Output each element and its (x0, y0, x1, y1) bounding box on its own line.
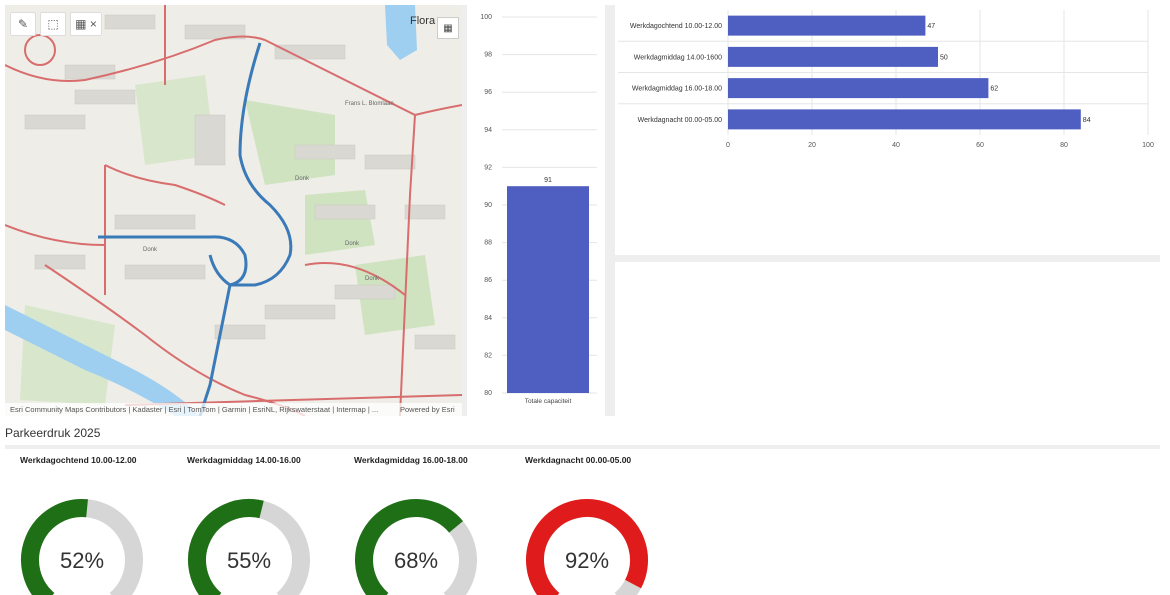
map-view[interactable]: Donk Donk Donk Donk Frans L. Blomlaan ✎ … (5, 5, 462, 416)
x-tick-label: 40 (892, 142, 900, 149)
y-tick-label: 80 (484, 390, 492, 397)
y-tick-label: 90 (484, 202, 492, 209)
bar-3 (728, 109, 1081, 130)
y-tick-label: 100 (480, 14, 492, 21)
bar-totale-capaciteit (507, 186, 589, 393)
gauge-arc-svg (355, 499, 477, 595)
x-tick-label: 80 (1060, 142, 1068, 149)
data-label: 91 (544, 177, 552, 184)
y-tick-label: 96 (484, 89, 492, 96)
select-icon[interactable]: ⬚ (40, 12, 66, 36)
gauge-arc-svg (21, 499, 143, 595)
x-tick-label: 60 (976, 142, 984, 149)
powered-by-esri[interactable]: Powered by Esri (400, 403, 455, 416)
gauge-value: 55% (226, 548, 272, 573)
y-tick-label: 92 (484, 164, 492, 171)
y-category-label: Werkdagmiddag 14.00-1600 (634, 54, 722, 61)
data-label: 47 (927, 23, 935, 30)
street-label-donk-1: Donk (143, 247, 158, 253)
y-tick-label: 94 (484, 127, 492, 134)
x-tick-label: 100 (1142, 142, 1154, 149)
street-label-donk-2: Donk (295, 176, 310, 182)
x-tick-label: 0 (726, 142, 730, 149)
y-category-label: Werkdagnacht 00.00-05.00 (638, 117, 722, 124)
map-attribution: Esri Community Maps Contributors | Kadas… (5, 403, 462, 416)
street-label-frans-blomlaan: Frans L. Blomlaan (345, 101, 394, 107)
draw-icon[interactable]: ✎ (10, 12, 36, 36)
capacity-chart-svg: 80 82 84 86 88 90 92 94 96 98 100 91 Totale capacite… (480, 14, 597, 405)
attribution-text: Esri Community Maps Contributors | Kadas… (10, 405, 379, 414)
section-title: Parkeerdruk 2025 (5, 423, 1160, 449)
y-tick-label: 86 (484, 277, 492, 284)
gauge-value: 52% (59, 548, 105, 573)
occupancy-bar-chart: 0 20 40 60 80 100 Werkdagochtend 10.00-12.00 47… (615, 5, 1160, 255)
map-toolbar: ✎ ⬚ ▦ × (10, 12, 102, 36)
gauge-2: Werkdagmiddag 16.00-18.00 68% (354, 455, 504, 595)
bar-1 (728, 46, 938, 67)
gauge-arc-svg (188, 499, 310, 595)
data-label: 50 (940, 54, 948, 61)
table-icon[interactable]: ▦ × (70, 12, 102, 36)
y-tick-label: 82 (484, 352, 492, 359)
gauge-value: 92% (564, 548, 610, 573)
gauge-3: Werkdagnacht 00.00-05.00 92% (525, 455, 675, 595)
empty-panel (615, 262, 1160, 412)
y-tick-label: 98 (484, 52, 492, 59)
y-tick-label: 84 (484, 315, 492, 322)
gauge-1: Werkdagmiddag 14.00-16.00 55% (187, 455, 337, 595)
x-category-label: Totale capaciteit (525, 398, 572, 405)
map-canvas: Donk Donk Donk Donk Frans L. Blomlaan (5, 5, 462, 416)
data-label: 84 (1083, 117, 1091, 124)
y-category-label: Werkdagochtend 10.00-12.00 (630, 23, 722, 30)
map-place-label: Flora (410, 15, 436, 27)
street-label-donk-4: Donk (365, 276, 380, 282)
bar-2 (728, 78, 989, 99)
gauge-0: Werkdagochtend 10.00-12.00 52% (20, 455, 170, 595)
data-label: 62 (990, 86, 998, 93)
bar-0 (728, 15, 926, 36)
street-label-donk-3: Donk (345, 241, 360, 247)
gauge-arc-svg (526, 499, 648, 595)
basemap-gallery-icon[interactable]: ▦ (437, 17, 459, 39)
x-tick-label: 20 (808, 142, 816, 149)
y-category-label: Werkdagmiddag 16.00-18.00 (632, 86, 722, 93)
y-tick-label: 88 (484, 240, 492, 247)
occupancy-chart-svg: 0 20 40 60 80 100 Werkdagochtend 10.00-12.00 47… (618, 10, 1154, 149)
gauge-value: 68% (393, 548, 439, 573)
capacity-bar-chart: 80 82 84 86 88 90 92 94 96 98 100 91 Totale capacite… (467, 5, 605, 411)
